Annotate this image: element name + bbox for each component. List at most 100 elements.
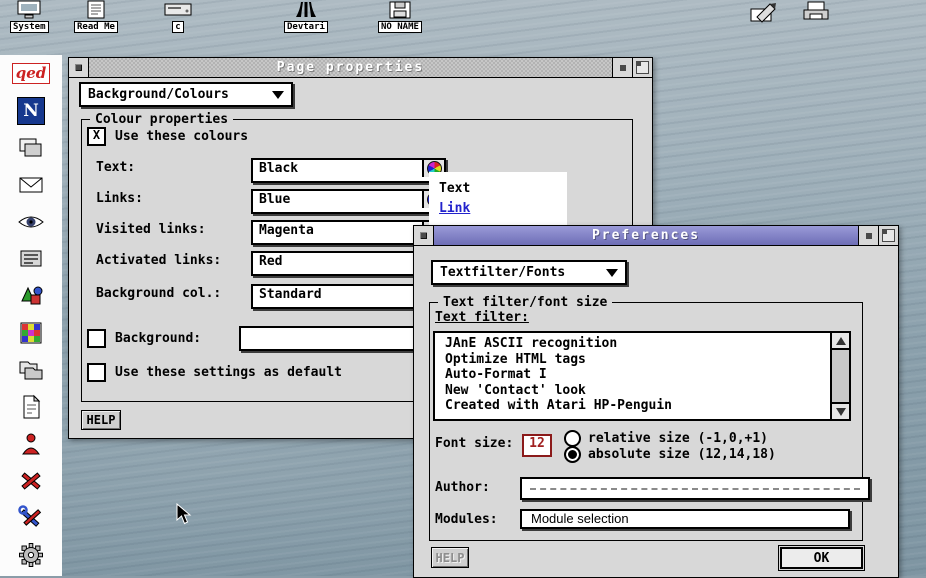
fuller-button[interactable] [878, 226, 898, 245]
text-colour-field[interactable]: Black [251, 158, 446, 183]
dock-item-draw[interactable] [0, 277, 62, 314]
shapes-icon [17, 282, 45, 310]
dock-item-settings[interactable] [0, 536, 62, 573]
gear-icon [17, 541, 45, 569]
activated-links-colour-label: Activated links: [96, 253, 221, 269]
dock-item-folders[interactable] [0, 351, 62, 388]
checkbox-box [87, 363, 106, 382]
scroll-up-button[interactable] [832, 333, 849, 350]
dock-item-printer-tool[interactable] [0, 240, 62, 277]
relative-size-radio[interactable]: relative size (-1,0,+1) [564, 430, 768, 447]
preview-link: Link [439, 201, 557, 216]
scroll-down-button[interactable] [832, 402, 849, 419]
dock-item-qed[interactable]: qed [0, 55, 62, 92]
desktop-icon-drive[interactable]: c [162, 0, 194, 33]
window-title: Preferences [434, 226, 858, 245]
absolute-size-radio[interactable]: absolute size (12,14,18) [564, 446, 776, 463]
ok-button[interactable]: OK [780, 547, 863, 569]
popup-label: Textfilter/Fonts [440, 265, 565, 280]
popup-label: Background/Colours [88, 87, 229, 102]
down-arrow-icon [836, 408, 846, 416]
atari-fuji-icon [293, 0, 319, 20]
iconify-icon [620, 65, 626, 71]
folder-pair-icon [17, 356, 45, 384]
list-scrollbar[interactable] [830, 333, 849, 419]
printer-icon [800, 0, 832, 24]
readme-icon [83, 0, 109, 20]
group-title: Text filter/font size [438, 295, 612, 310]
radio-label: relative size (-1,0,+1) [588, 431, 768, 446]
help-button[interactable]: HELP [431, 547, 469, 568]
desktop-icon-notes[interactable] [748, 0, 778, 24]
desktop-icon-label: Devtari [284, 21, 328, 33]
radio-circle [564, 446, 581, 463]
desktop-icon-label: c [172, 21, 183, 33]
app-dock: qed N [0, 55, 62, 576]
use-these-colours-checkbox[interactable]: X Use these colours [87, 127, 248, 146]
red-tools-icon [17, 467, 45, 495]
text-filter-label: Text filter: [435, 310, 529, 326]
desktop-icon-label: NO NAME [378, 21, 422, 33]
list-item[interactable]: New 'Contact' look [445, 383, 826, 399]
eye-icon [17, 208, 45, 236]
dock-item-mail[interactable] [0, 166, 62, 203]
close-icon [420, 232, 427, 239]
dock-item-paint[interactable] [0, 314, 62, 351]
fuller-icon [882, 229, 895, 242]
n-icon: N [17, 97, 45, 125]
dock-item-assistant[interactable] [0, 425, 62, 462]
list-item[interactable]: Created with Atari HP-Penguin [445, 398, 826, 414]
font-size-input[interactable]: 12 [522, 434, 552, 457]
checkbox-label: Background: [115, 331, 201, 346]
group-title: Colour properties [90, 112, 233, 127]
use-default-checkbox[interactable]: Use these settings as default [87, 363, 342, 382]
checkbox-label: Use these settings as default [115, 365, 342, 380]
background-checkbox[interactable]: Background: [87, 329, 201, 348]
author-input[interactable] [520, 477, 870, 500]
dock-item-document[interactable] [0, 388, 62, 425]
list-item[interactable]: JAnE ASCII recognition [445, 336, 826, 352]
page-properties-titlebar[interactable]: Page properties [69, 58, 652, 78]
iconify-button[interactable] [858, 226, 878, 245]
background-colour-label: Background col.: [96, 286, 221, 302]
desktop-icon-system[interactable]: System [10, 0, 49, 33]
list-item[interactable]: Optimize HTML tags [445, 352, 826, 368]
dock-item-setup[interactable] [0, 499, 62, 536]
dock-item-browser-n[interactable]: N [0, 92, 62, 129]
desktop-icon-devtari[interactable]: Devtari [284, 0, 328, 33]
modules-label: Modules: [435, 512, 498, 528]
close-button[interactable] [69, 58, 89, 77]
iconify-button[interactable] [612, 58, 632, 77]
fuller-button[interactable] [632, 58, 652, 77]
font-size-label: Font size: [435, 436, 513, 452]
list-item[interactable]: Auto-Format I [445, 367, 826, 383]
help-button[interactable]: HELP [81, 410, 121, 430]
close-icon [75, 64, 82, 71]
window-title: Page properties [89, 58, 612, 77]
desktop-icon-printer[interactable] [800, 0, 832, 24]
desktop-icon-readme[interactable]: Read Me [74, 0, 118, 33]
device-icon [17, 245, 45, 273]
checkbox-label: Use these colours [115, 129, 248, 144]
desktop-icon-label: System [10, 21, 49, 33]
dock-item-toolbox[interactable] [0, 462, 62, 499]
document-icon [17, 393, 45, 421]
close-button[interactable] [414, 226, 434, 245]
up-arrow-icon [836, 337, 846, 345]
textfilter-fonts-popup[interactable]: Textfilter/Fonts [431, 260, 627, 285]
radio-circle [564, 430, 581, 447]
preferences-titlebar[interactable]: Preferences [414, 226, 898, 246]
qed-logo: qed [12, 63, 51, 84]
card-index-icon [17, 134, 45, 162]
module-selection-button[interactable]: Module selection [520, 509, 850, 529]
desktop-icon-noname[interactable]: NO NAME [378, 0, 422, 33]
checkbox-box: X [87, 127, 106, 146]
desktop: System Read Me c Devtari NO NAME qed N [0, 0, 926, 576]
empty-field-dashes [530, 488, 860, 490]
mouse-cursor [176, 503, 192, 527]
dock-item-cardfile[interactable] [0, 129, 62, 166]
background-colours-popup[interactable]: Background/Colours [79, 82, 293, 107]
text-colour-label: Text: [96, 160, 135, 176]
dock-item-viewer[interactable] [0, 203, 62, 240]
links-colour-field[interactable]: Blue [251, 189, 446, 214]
